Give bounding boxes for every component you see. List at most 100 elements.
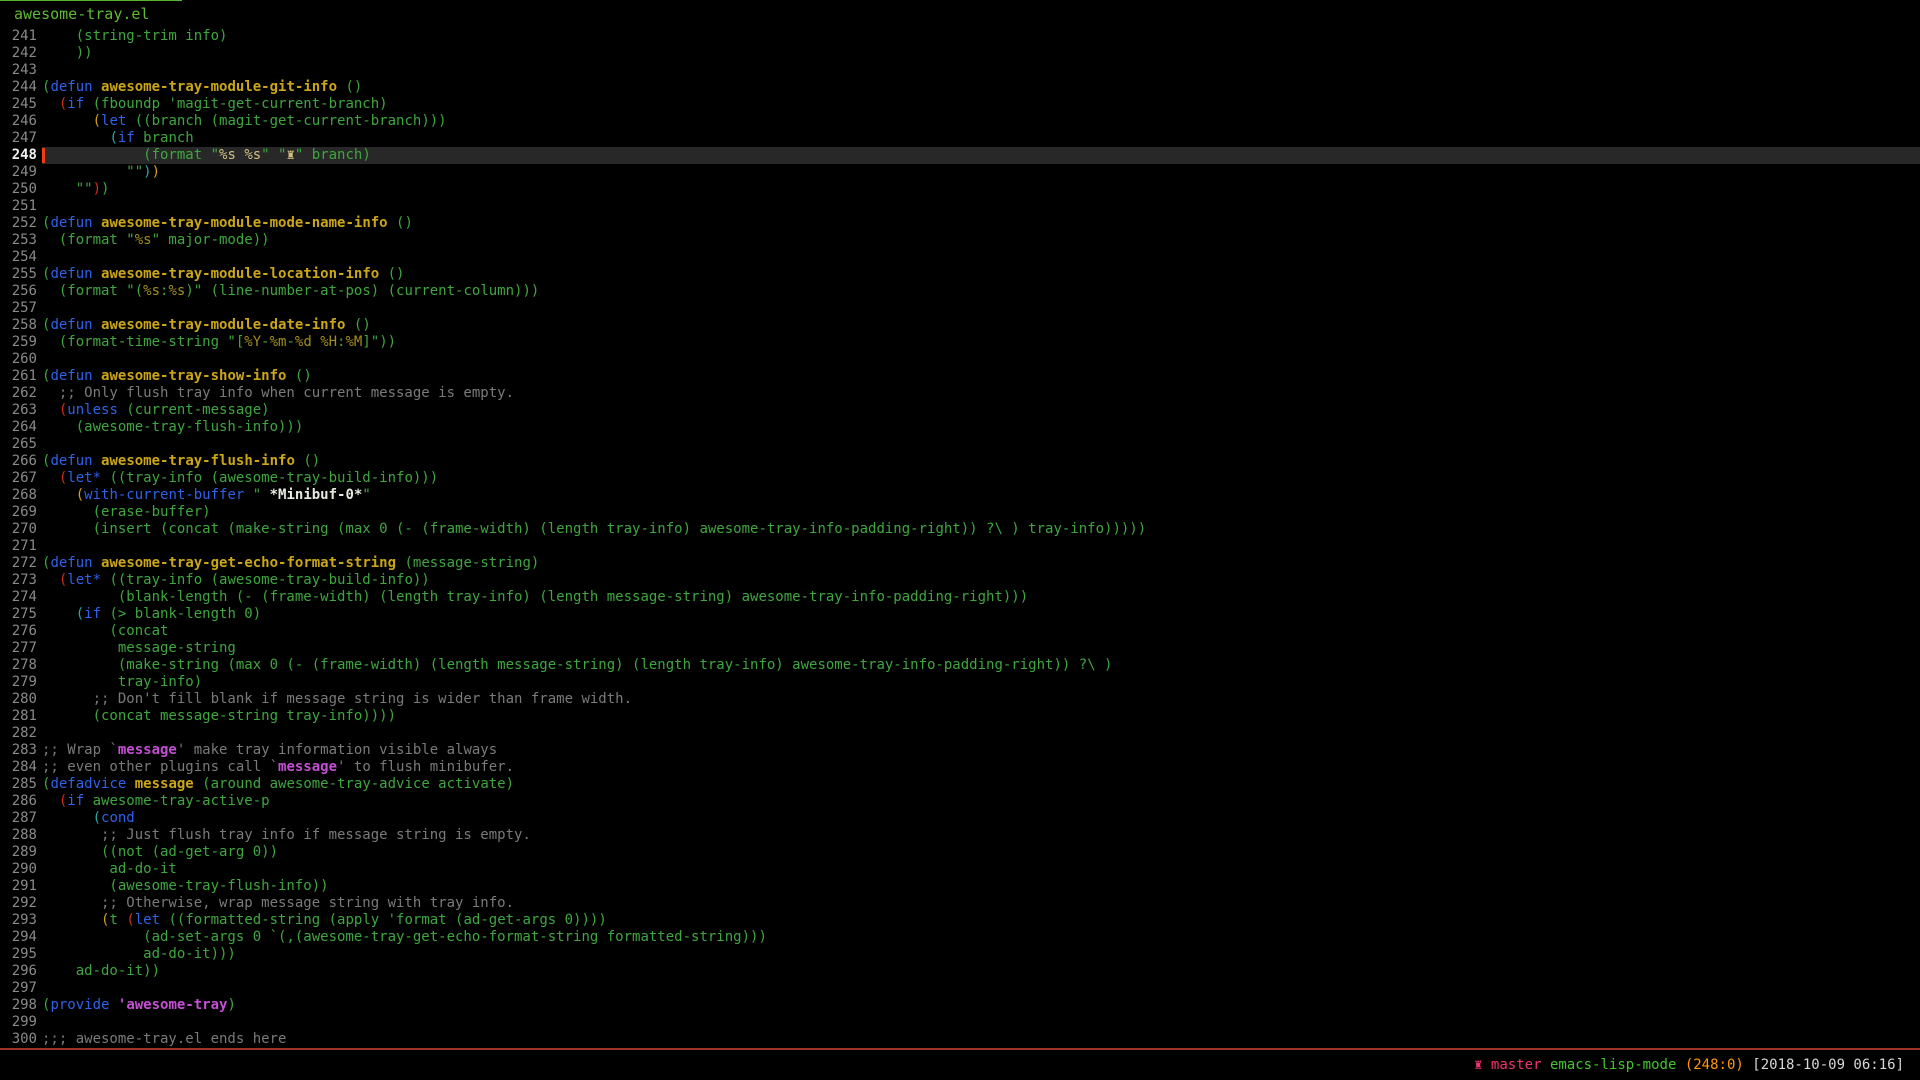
code-line[interactable]: 257	[0, 300, 1920, 317]
code-line[interactable]: 265	[0, 436, 1920, 453]
line-number: 254	[0, 249, 37, 266]
code-line[interactable]: 298(provide 'awesome-tray)	[0, 997, 1920, 1014]
code-text	[42, 62, 1920, 79]
code-editor[interactable]: 241 (string-trim info)242 ))243244(defun…	[0, 28, 1920, 1048]
code-line[interactable]: 260	[0, 351, 1920, 368]
tab-title: awesome-tray.el	[14, 5, 149, 23]
tray-major-mode: emacs-lisp-mode	[1550, 1057, 1676, 1073]
tab-awesome-tray-el[interactable]: awesome-tray.el	[0, 0, 182, 23]
code-text: ad-do-it	[42, 861, 1920, 878]
code-line[interactable]: 292 ;; Otherwise, wrap message string wi…	[0, 895, 1920, 912]
code-line[interactable]: 266(defun awesome-tray-flush-info ()	[0, 453, 1920, 470]
code-line[interactable]: 286 (if awesome-tray-active-p	[0, 793, 1920, 810]
code-line[interactable]: 287 (cond	[0, 810, 1920, 827]
line-number: 282	[0, 725, 37, 742]
code-text: (defun awesome-tray-module-date-info ()	[42, 317, 1920, 334]
code-line[interactable]: 244(defun awesome-tray-module-git-info (…	[0, 79, 1920, 96]
code-line[interactable]: 268 (with-current-buffer " *Minibuf-0*"	[0, 487, 1920, 504]
code-text: (if (fboundp 'magit-get-current-branch)	[42, 96, 1920, 113]
code-line[interactable]: 285(defadvice message (around awesome-tr…	[0, 776, 1920, 793]
code-line[interactable]: 258(defun awesome-tray-module-date-info …	[0, 317, 1920, 334]
code-line[interactable]: 290 ad-do-it	[0, 861, 1920, 878]
code-line[interactable]: 271	[0, 538, 1920, 555]
code-line[interactable]: 263 (unless (current-message)	[0, 402, 1920, 419]
code-line[interactable]: 283;; Wrap `message' make tray informati…	[0, 742, 1920, 759]
code-line[interactable]: 267 (let* ((tray-info (awesome-tray-buil…	[0, 470, 1920, 487]
code-line[interactable]: 282	[0, 725, 1920, 742]
code-line[interactable]: 281 (concat message-string tray-info))))	[0, 708, 1920, 725]
code-text: ;; Only flush tray info when current mes…	[42, 385, 1920, 402]
code-line[interactable]: 291 (awesome-tray-flush-info))	[0, 878, 1920, 895]
code-line[interactable]: 256 (format "(%s:%s)" (line-number-at-po…	[0, 283, 1920, 300]
code-line[interactable]: 278 (make-string (max 0 (- (frame-width)…	[0, 657, 1920, 674]
line-number: 299	[0, 1014, 37, 1031]
code-line[interactable]: 246 (let ((branch (magit-get-current-bra…	[0, 113, 1920, 130]
code-text: (concat	[42, 623, 1920, 640]
code-line[interactable]: 261(defun awesome-tray-show-info ()	[0, 368, 1920, 385]
line-number: 276	[0, 623, 37, 640]
line-number: 286	[0, 793, 37, 810]
code-line[interactable]: 284;; even other plugins call `message' …	[0, 759, 1920, 776]
line-number: 278	[0, 657, 37, 674]
code-line[interactable]: 250 ""))	[0, 181, 1920, 198]
line-number: 277	[0, 640, 37, 657]
line-number: 289	[0, 844, 37, 861]
code-line[interactable]: 241 (string-trim info)	[0, 28, 1920, 45]
code-line[interactable]: 272(defun awesome-tray-get-echo-format-s…	[0, 555, 1920, 572]
code-line[interactable]: 289 ((not (ad-get-arg 0))	[0, 844, 1920, 861]
code-text: (defun awesome-tray-get-echo-format-stri…	[42, 555, 1920, 572]
code-line[interactable]: 279 tray-info)	[0, 674, 1920, 691]
code-line[interactable]: 249 ""))	[0, 164, 1920, 181]
code-text	[42, 300, 1920, 317]
code-text: (let ((branch (magit-get-current-branch)…	[42, 113, 1920, 130]
code-line[interactable]: 259 (format-time-string "[%Y-%m-%d %H:%M…	[0, 334, 1920, 351]
code-text: (defun awesome-tray-module-location-info…	[42, 266, 1920, 283]
code-line[interactable]: 262 ;; Only flush tray info when current…	[0, 385, 1920, 402]
line-number: 247	[0, 130, 37, 147]
code-line[interactable]: 273 (let* ((tray-info (awesome-tray-buil…	[0, 572, 1920, 589]
code-text: (if awesome-tray-active-p	[42, 793, 1920, 810]
line-number: 285	[0, 776, 37, 793]
code-line[interactable]: 299	[0, 1014, 1920, 1031]
code-line[interactable]: 251	[0, 198, 1920, 215]
code-text: (blank-length (- (frame-width) (length t…	[42, 589, 1920, 606]
code-line[interactable]: 300;;; awesome-tray.el ends here	[0, 1031, 1920, 1048]
code-line[interactable]: 277 message-string	[0, 640, 1920, 657]
code-line[interactable]: 295 ad-do-it)))	[0, 946, 1920, 963]
code-text: (unless (current-message)	[42, 402, 1920, 419]
code-text: ;; Don't fill blank if message string is…	[42, 691, 1920, 708]
code-line[interactable]: 254	[0, 249, 1920, 266]
line-number: 294	[0, 929, 37, 946]
code-text: (insert (concat (make-string (max 0 (- (…	[42, 521, 1920, 538]
code-line[interactable]: 270 (insert (concat (make-string (max 0 …	[0, 521, 1920, 538]
line-number: 275	[0, 606, 37, 623]
code-line[interactable]: 248 (format "%s %s" "♜" branch)	[0, 147, 1920, 164]
code-line[interactable]: 243	[0, 62, 1920, 79]
code-line[interactable]: 275 (if (> blank-length 0)	[0, 606, 1920, 623]
code-line[interactable]: 280 ;; Don't fill blank if message strin…	[0, 691, 1920, 708]
code-line[interactable]: 276 (concat	[0, 623, 1920, 640]
code-line[interactable]: 288 ;; Just flush tray info if message s…	[0, 827, 1920, 844]
code-line[interactable]: 294 (ad-set-args 0 `(,(awesome-tray-get-…	[0, 929, 1920, 946]
code-line[interactable]: 255(defun awesome-tray-module-location-i…	[0, 266, 1920, 283]
code-line[interactable]: 264 (awesome-tray-flush-info)))	[0, 419, 1920, 436]
code-line[interactable]: 269 (erase-buffer)	[0, 504, 1920, 521]
code-text: (defun awesome-tray-module-git-info ()	[42, 79, 1920, 96]
code-line[interactable]: 252(defun awesome-tray-module-mode-name-…	[0, 215, 1920, 232]
code-line[interactable]: 245 (if (fboundp 'magit-get-current-bran…	[0, 96, 1920, 113]
code-line[interactable]: 247 (if branch	[0, 130, 1920, 147]
code-line[interactable]: 274 (blank-length (- (frame-width) (leng…	[0, 589, 1920, 606]
code-line[interactable]: 293 (t (let ((formatted-string (apply 'f…	[0, 912, 1920, 929]
code-text: ))	[42, 45, 1920, 62]
code-text: ;;; awesome-tray.el ends here	[42, 1031, 1920, 1048]
code-line[interactable]: 297	[0, 980, 1920, 997]
code-text: ad-do-it))	[42, 963, 1920, 980]
code-line[interactable]: 253 (format "%s" major-mode))	[0, 232, 1920, 249]
code-text: (format-time-string "[%Y-%m-%d %H:%M]"))	[42, 334, 1920, 351]
code-text: tray-info)	[42, 674, 1920, 691]
code-line[interactable]: 296 ad-do-it))	[0, 963, 1920, 980]
tray-date: [2018-10-09 06:16]	[1752, 1057, 1904, 1073]
line-number: 260	[0, 351, 37, 368]
code-line[interactable]: 242 ))	[0, 45, 1920, 62]
line-number: 252	[0, 215, 37, 232]
